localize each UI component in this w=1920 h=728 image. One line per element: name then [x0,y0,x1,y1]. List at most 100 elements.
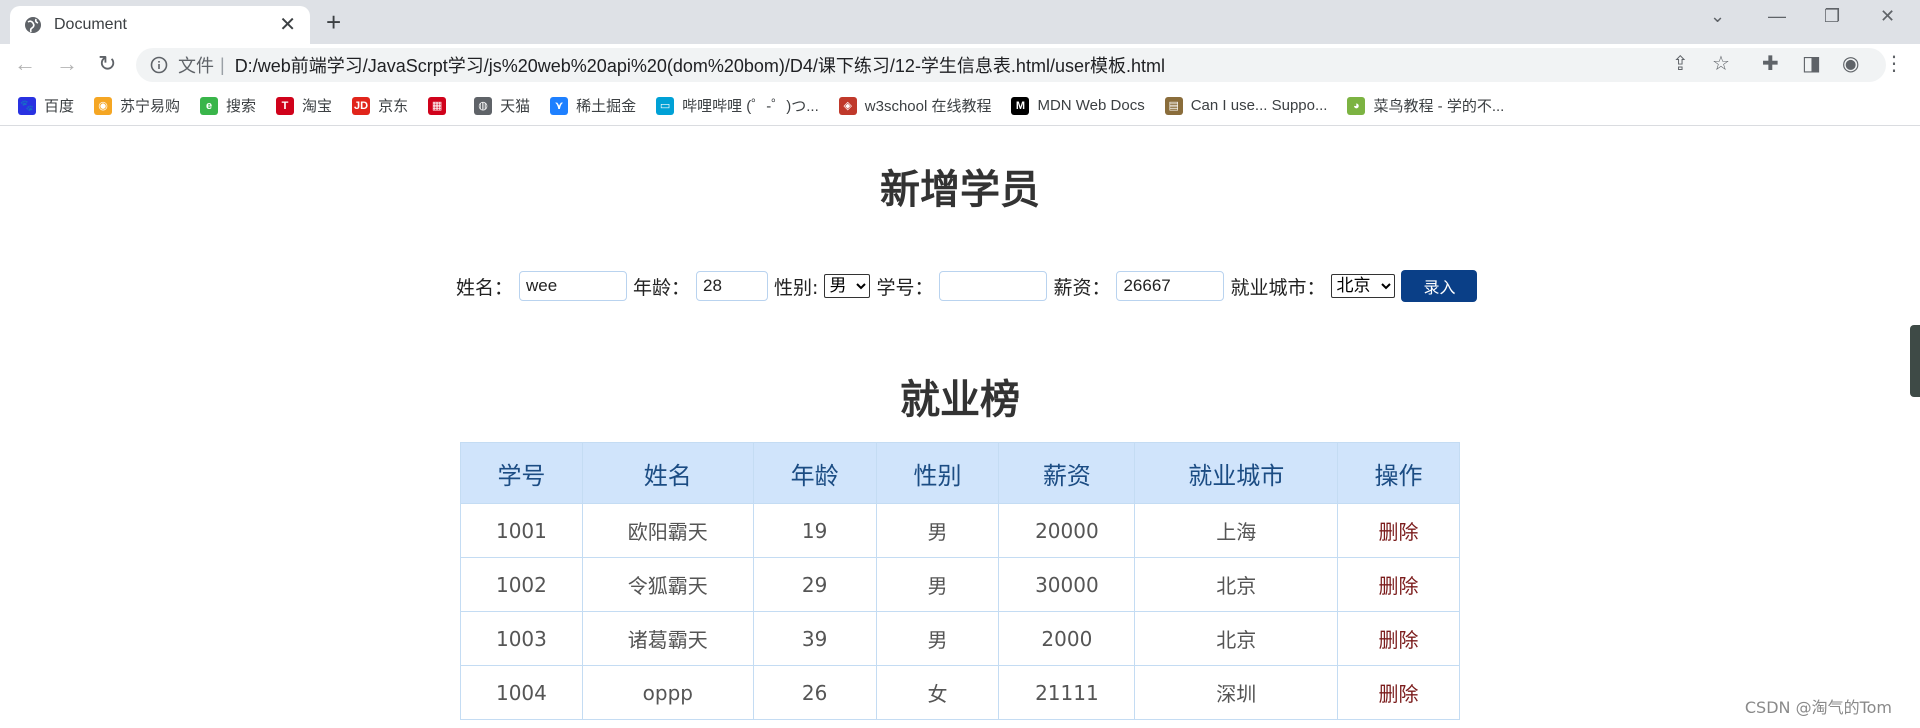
baidu-icon: 🐾 [18,96,36,115]
table-header-row: 学号 姓名 年龄 性别 薪资 就业城市 操作 [460,442,1460,504]
table-cell: 21111 [998,665,1136,720]
column-header: 就业城市 [1134,442,1339,504]
share-icon[interactable]: ⇪ [1672,52,1689,76]
table-cell: 上海 [1134,503,1339,558]
bookmark-item[interactable]: e 搜索 [200,95,256,116]
bookmark-item[interactable]: ◍ 天猫 [474,95,530,116]
bookmark-label: 搜索 [226,98,257,115]
bookmark-item[interactable]: ▦ [428,96,454,115]
salary-input[interactable] [1116,271,1225,301]
delete-link[interactable]: 删除 [1379,682,1419,706]
table-cell: 1001 [460,503,583,558]
close-tab-icon[interactable]: ✕ [279,15,296,35]
suning-icon: ◉ [94,96,113,115]
side-scroll-handle[interactable] [1910,325,1920,397]
caniuse-icon: ▤ [1164,96,1183,115]
city-select[interactable]: 北京 [1331,274,1396,298]
bookmark-item[interactable]: T 淘宝 [276,95,332,116]
table-cell: 删除 [1337,557,1460,612]
column-header: 姓名 [581,442,754,504]
close-window-icon[interactable]: ✕ [1880,6,1895,27]
maximize-icon[interactable]: ❐ [1824,6,1840,27]
bookmark-item[interactable]: M MDN Web Docs [1011,96,1145,115]
info-icon[interactable] [150,56,168,74]
bookmark-label: 苏宁易购 [120,98,181,115]
profile-icon[interactable]: ◉ [1842,52,1859,76]
column-header: 性别 [875,442,1000,504]
url-text[interactable]: D:/web前端学习/JavaScrpt学习/js%20web%20api%20… [235,52,1165,78]
bookmark-label: 菜鸟教程 - 学的不... [1373,98,1505,115]
bilibili-icon: ▭ [656,96,675,115]
bookmark-label: w3school 在线教程 [864,98,992,115]
tab-title: Document [54,16,127,33]
delete-link[interactable]: 删除 [1379,628,1419,652]
extensions-icon[interactable]: ✚ [1762,52,1779,76]
name-input[interactable] [519,271,628,301]
table-cell: 1004 [460,665,583,720]
bookmark-item[interactable]: ◈ w3school 在线教程 [838,95,992,116]
table-cell: 1003 [460,611,583,666]
globe-icon [25,17,41,33]
age-label: 年龄： [633,276,691,299]
bookmark-label: 京东 [378,98,409,115]
table-cell: 26 [752,665,877,720]
table-cell: 删除 [1337,503,1460,558]
tab-search-icon[interactable]: ⌄ [1710,6,1725,27]
bookmark-item[interactable]: ◕ 菜鸟教程 - 学的不... [1347,95,1504,116]
new-tab-icon[interactable]: + [326,8,341,36]
table-cell: 深圳 [1134,665,1339,720]
table-cell: 20000 [998,503,1136,558]
table-cell: 39 [752,611,877,666]
browser-toolbar: ← → ↻ 文件 | D:/web前端学习/JavaScrpt学习/js%20w… [0,44,1920,86]
table-cell: 2000 [998,611,1136,666]
file-label: 文件 [178,56,214,76]
bookmark-item[interactable]: ◉ 苏宁易购 [94,95,180,116]
search-e-icon: e [200,96,219,115]
divider: | [220,54,225,75]
runoob-icon: ◕ [1347,96,1366,115]
table-cell: 30000 [998,557,1136,612]
table-title: 就业榜 [900,377,1020,423]
grid-icon: ▦ [428,96,447,115]
table-cell: 男 [875,557,1000,612]
bookmark-label: 哔哩哔哩 (゜-゜)つ... [682,98,819,115]
back-icon[interactable]: ← [14,52,36,76]
star-icon[interactable]: ☆ [1712,52,1730,76]
salary-label: 薪资： [1053,276,1111,299]
gender-select[interactable]: 男 [824,274,871,298]
menu-icon[interactable]: ⋮ [1884,52,1904,76]
bookmark-item[interactable]: ▤ Can I use... Suppo... [1164,96,1327,115]
reload-icon[interactable]: ↻ [98,52,116,76]
jd-icon: JD [352,96,371,115]
side-panel-icon[interactable]: ◨ [1802,52,1821,76]
browser-tab[interactable]: Document ✕ [10,6,310,44]
address-bar[interactable]: 文件 | D:/web前端学习/JavaScrpt学习/js%20web%20a… [136,48,1886,82]
watermark: CSDN @淘气的Tom [1744,698,1892,717]
bookmark-item[interactable]: JD 京东 [352,95,408,116]
delete-link[interactable]: 删除 [1379,520,1419,544]
forward-icon[interactable]: → [56,52,78,76]
bookmark-label: 淘宝 [302,98,333,115]
table-row: 1003 诸葛霸天 39 男 2000 北京 删除 [460,611,1460,666]
name-label: 姓名： [456,276,514,299]
age-input[interactable] [696,271,769,301]
page-title: 新增学员 [880,167,1040,213]
table-cell: 男 [875,503,1000,558]
table-row: 1002 令狐霸天 29 男 30000 北京 删除 [460,557,1460,612]
table-cell: oppp [581,665,754,720]
mdn-icon: M [1011,96,1030,115]
bookmark-item[interactable]: ⋎ 稀土掘金 [550,95,636,116]
bookmark-item[interactable]: 🐾 百度 [18,95,74,116]
table-row: 1001 欧阳霸天 19 男 20000 上海 删除 [460,503,1460,558]
submit-button[interactable]: 录入 [1401,270,1478,302]
bookmark-label: 天猫 [500,98,531,115]
bookmark-item[interactable]: ▭ 哔哩哔哩 (゜-゜)つ... [656,95,819,116]
table-cell: 19 [752,503,877,558]
table-cell: 令狐霸天 [581,557,754,612]
table-cell: 北京 [1134,611,1339,666]
student-id-input[interactable] [939,271,1048,301]
column-header: 薪资 [998,442,1136,504]
column-header: 年龄 [752,442,877,504]
minimize-icon[interactable]: — [1768,6,1786,27]
delete-link[interactable]: 删除 [1379,574,1419,598]
